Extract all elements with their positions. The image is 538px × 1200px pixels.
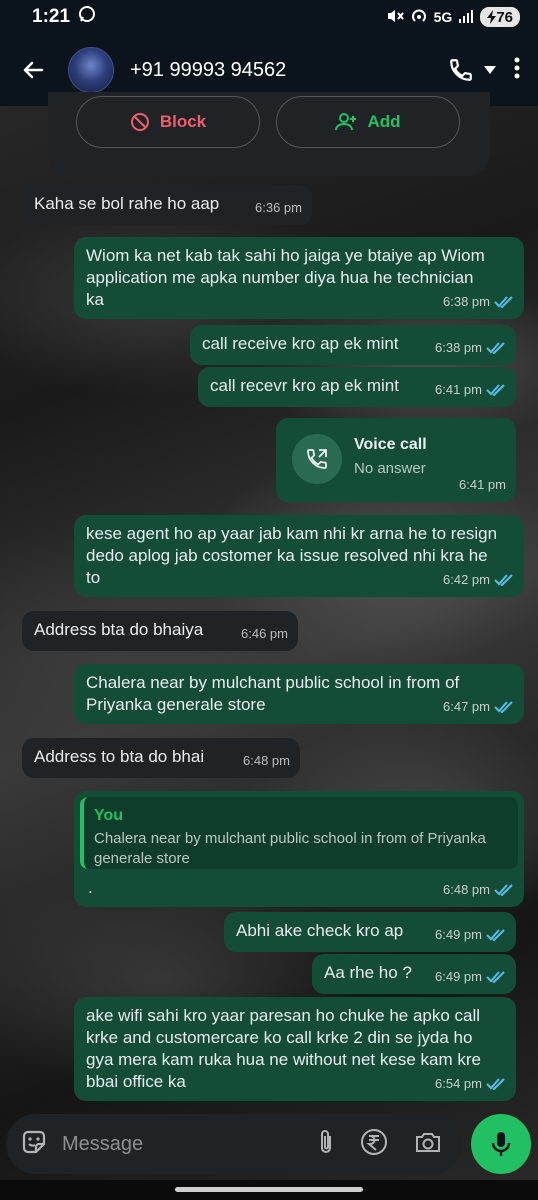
voice-call-title: Voice call [354, 436, 427, 453]
message-time: 6:49 pm [435, 927, 482, 942]
message-input[interactable]: Message [62, 1133, 318, 1156]
read-ticks-icon [486, 971, 505, 983]
status-time: 1:21 [32, 6, 71, 27]
message-text: . [88, 878, 93, 897]
missed-call-icon [292, 434, 342, 484]
voice-call-message[interactable]: Voice call No answer 6:41 pm [276, 418, 516, 502]
read-ticks-icon [494, 884, 513, 896]
message-composer: Message [6, 1114, 462, 1174]
message-time: 6:38 pm [435, 340, 482, 355]
camera-icon [416, 1132, 440, 1152]
message-time: 6:47 pm [443, 699, 490, 714]
outgoing-message[interactable]: Abhi ake check kro ap 6:49 pm [224, 912, 516, 952]
outgoing-message[interactable]: ake wifi sahi kro yaar paresan ho chuke … [74, 997, 516, 1101]
mic-button[interactable] [471, 1114, 531, 1174]
signal-icon [458, 9, 474, 26]
block-label: Block [159, 112, 207, 131]
quote-author: You [94, 807, 124, 824]
block-button[interactable]: Block [76, 96, 260, 148]
incoming-message[interactable]: Kaha se bol rahe ho aap 6:36 pm [22, 185, 312, 225]
chevron-down-icon [484, 66, 496, 74]
camera-button[interactable] [414, 1130, 442, 1159]
message-time: 6:38 pm [443, 294, 490, 309]
system-nav-bar [0, 1180, 538, 1200]
avatar[interactable] [68, 47, 114, 93]
network-label: 5G [433, 9, 453, 25]
read-ticks-icon [486, 929, 505, 941]
outgoing-message[interactable]: kese agent ho ap yaar jab kam nhi kr arn… [74, 515, 524, 597]
back-button[interactable] [18, 55, 48, 85]
block-icon [130, 113, 149, 131]
message-time: 6:41 pm [435, 382, 482, 397]
outgoing-message[interactable]: call receive kro ap ek mint 6:38 pm [190, 325, 516, 365]
message-time: 6:46 pm [241, 626, 288, 641]
menu-button[interactable] [514, 57, 520, 84]
add-contact-button[interactable]: Add [276, 96, 460, 148]
sticker-icon [22, 1130, 46, 1153]
add-label: Add [367, 112, 401, 131]
message-text: Wiom ka net kab tak sahi ho jaiga ye bta… [86, 246, 485, 309]
more-vert-icon [514, 57, 520, 78]
mute-icon [386, 8, 404, 27]
read-ticks-icon [486, 342, 505, 354]
rupee-icon [361, 1128, 387, 1155]
reply-message[interactable]: You Chalera near by mulchant public scho… [74, 791, 524, 907]
arrow-left-icon [23, 61, 44, 79]
message-time: 6:41 pm [459, 477, 506, 492]
status-icons: 5G 76 [386, 7, 520, 27]
message-time: 6:48 pm [443, 882, 490, 897]
read-ticks-icon [486, 384, 505, 396]
read-ticks-icon [486, 1078, 505, 1090]
incoming-message[interactable]: Address bta do bhaiya 6:46 pm [22, 611, 298, 651]
paperclip-icon [321, 1129, 331, 1153]
sticker-button[interactable] [20, 1128, 48, 1161]
mic-icon [491, 1132, 511, 1156]
add-person-icon [335, 113, 357, 131]
message-time: 6:48 pm [243, 753, 290, 768]
whatsapp-status-icon [78, 5, 96, 29]
quoted-message[interactable]: You Chalera near by mulchant public scho… [80, 797, 518, 869]
outgoing-message[interactable]: Aa rhe ho ? 6:49 pm [312, 954, 516, 994]
battery-indicator: 76 [480, 7, 520, 27]
hotspot-icon [410, 8, 428, 27]
voice-call-status: No answer [354, 460, 426, 477]
message-time: 6:42 pm [443, 572, 490, 587]
quote-text: Chalera near by mulchant public school i… [94, 830, 486, 867]
outgoing-message[interactable]: Wiom ka net kab tak sahi ho jaiga ye bta… [74, 237, 524, 319]
outgoing-message[interactable]: call recevr kro ap ek mint 6:41 pm [198, 367, 516, 407]
message-time: 6:54 pm [435, 1076, 482, 1091]
read-ticks-icon [494, 296, 513, 308]
status-bar: 1:21 5G 76 [0, 0, 538, 34]
attach-button[interactable] [318, 1128, 334, 1161]
home-indicator[interactable] [175, 1187, 363, 1192]
outgoing-message[interactable]: Chalera near by mulchant public school i… [74, 664, 524, 724]
unknown-contact-card: Block Add [48, 92, 490, 176]
payment-button[interactable] [360, 1128, 388, 1161]
read-ticks-icon [494, 701, 513, 713]
read-ticks-icon [494, 574, 513, 586]
call-button[interactable] [448, 57, 496, 83]
phone-icon [450, 59, 472, 81]
incoming-message[interactable]: Address to bta do bhai 6:48 pm [22, 738, 300, 778]
message-time: 6:49 pm [435, 969, 482, 984]
message-time: 6:36 pm [255, 200, 302, 215]
contact-name[interactable]: +91 99993 94562 [130, 59, 286, 82]
battery-level: 76 [496, 8, 513, 26]
